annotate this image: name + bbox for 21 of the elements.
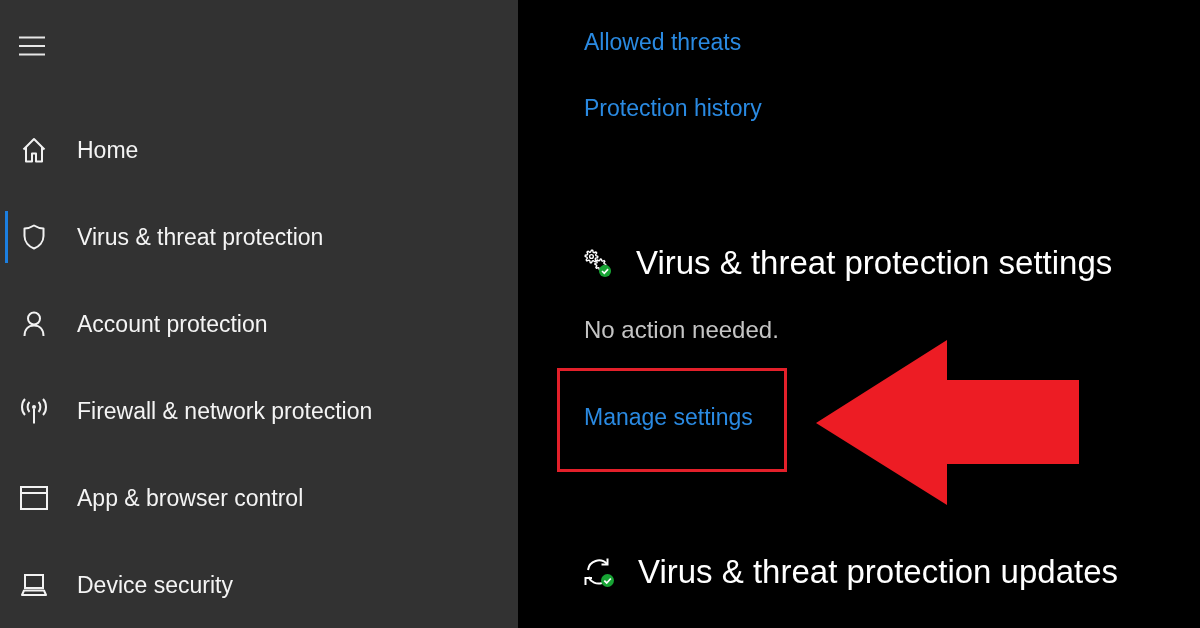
sidebar-item[interactable]: Virus & threat protection [0, 193, 518, 280]
sidebar-item[interactable]: Home [0, 106, 518, 193]
window-icon [20, 485, 48, 510]
sidebar-item[interactable]: Account protection [0, 280, 518, 367]
link[interactable]: Allowed threats [584, 27, 742, 57]
link[interactable]: Protection history [584, 93, 762, 123]
sidebar-item[interactable]: App & browser control [0, 454, 518, 541]
shield-icon [23, 223, 45, 250]
laptop-icon [21, 573, 47, 596]
status-text: No action needed. [584, 315, 779, 345]
section-heading: Virus & threat protection settings [636, 243, 1113, 283]
sidebar-item[interactable]: Device security [0, 541, 518, 628]
sync-check-icon [584, 557, 614, 587]
menu-icon [19, 36, 45, 56]
gears-check-icon [584, 249, 612, 277]
antenna-icon [20, 397, 48, 424]
home-icon [22, 136, 46, 163]
person-icon [23, 310, 45, 337]
sidebar-item[interactable]: Firewall & network protection [0, 367, 518, 454]
link[interactable]: Manage settings [584, 402, 753, 432]
section-heading: Virus & threat protection updates [638, 552, 1118, 592]
